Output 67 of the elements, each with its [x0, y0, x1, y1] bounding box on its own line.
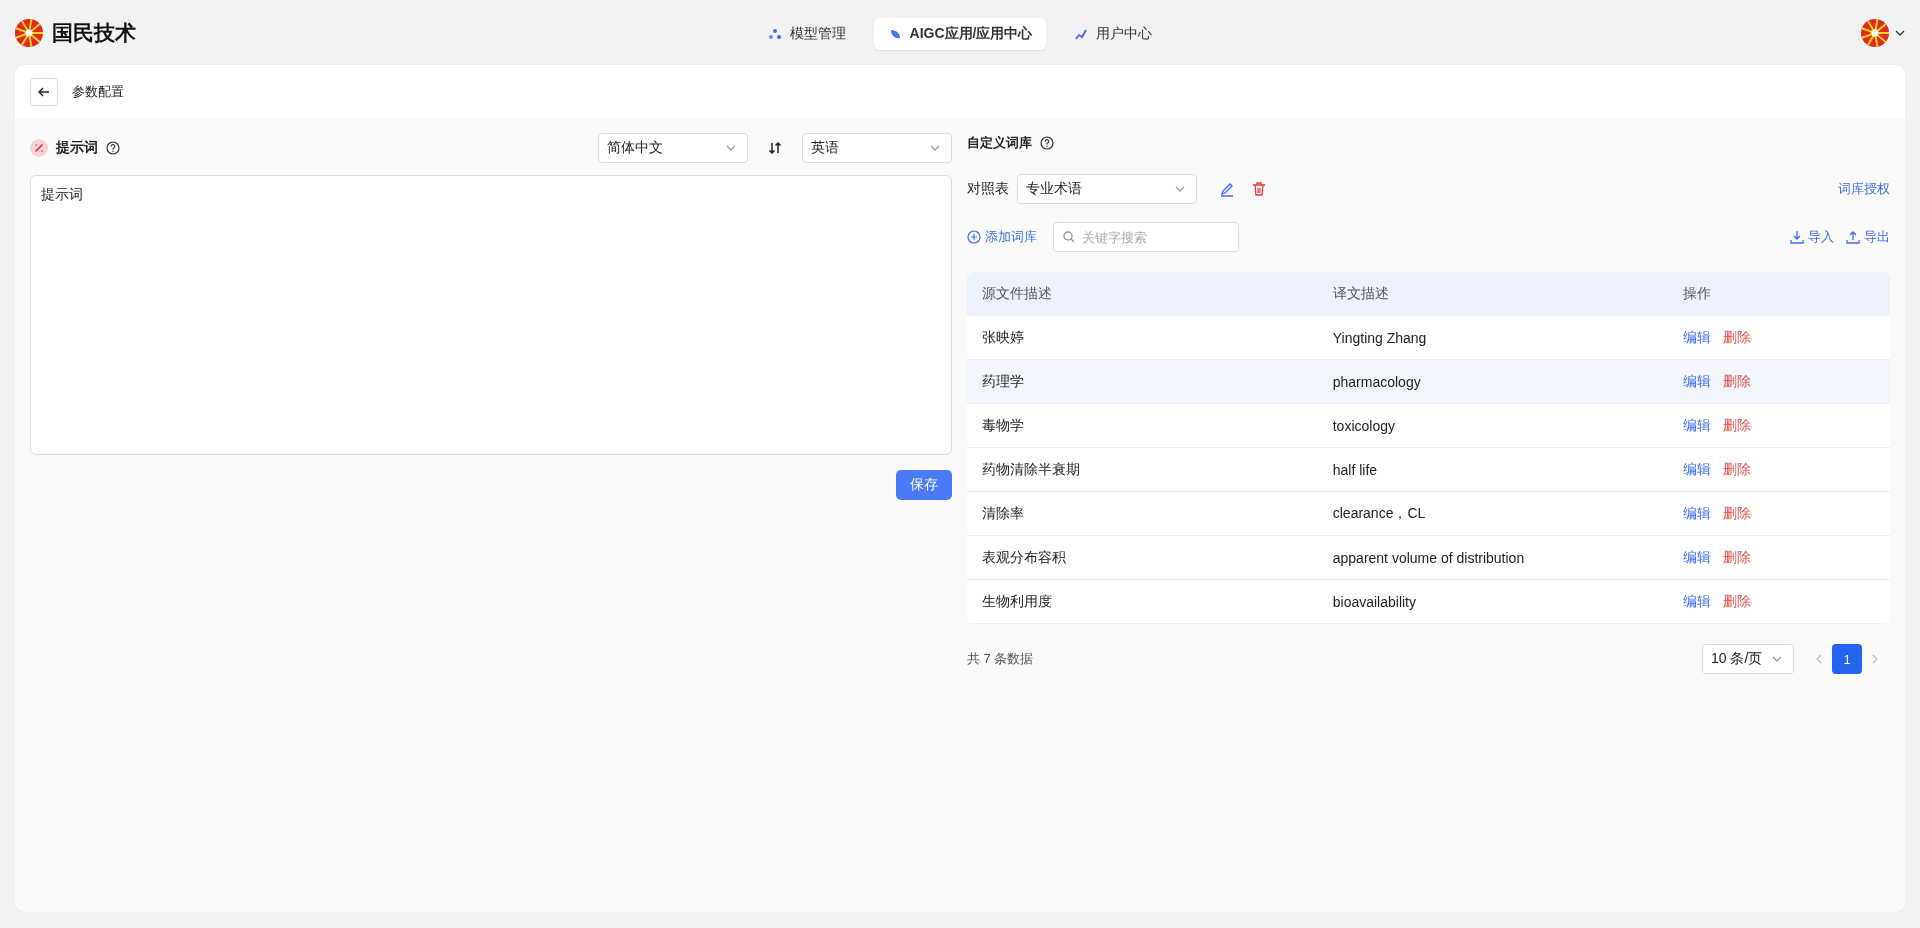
glossary-select[interactable]: 专业术语 [1017, 174, 1197, 204]
upload-icon [1846, 230, 1860, 244]
edit-link[interactable]: 编辑 [1683, 548, 1712, 565]
arrow-left-icon [38, 85, 50, 98]
export-link[interactable]: 导出 [1846, 228, 1890, 246]
nav-tab[interactable]: 用户中心 [1060, 18, 1167, 50]
edit-link[interactable]: 编辑 [1683, 416, 1712, 433]
delete-link[interactable]: 删除 [1723, 504, 1752, 521]
table-cell: half life [1317, 447, 1669, 492]
page-size-select[interactable]: 10 条/页 [1702, 644, 1794, 674]
delete-link[interactable]: 删除 [1723, 548, 1752, 565]
delete-link[interactable]: 删除 [1723, 372, 1752, 389]
authorize-link[interactable]: 词库授权 [1838, 180, 1890, 198]
download-icon [1790, 230, 1804, 244]
import-link[interactable]: 导入 [1790, 228, 1834, 246]
avatar-icon[interactable] [1860, 17, 1890, 48]
delete-link[interactable]: 删除 [1723, 460, 1752, 477]
delete-link[interactable]: 删除 [1723, 328, 1752, 345]
edit-link[interactable]: 编辑 [1683, 372, 1712, 389]
edit-link[interactable]: 编辑 [1683, 460, 1712, 477]
total-count: 共 7 条数据 [967, 650, 1034, 668]
dots-icon [767, 27, 782, 41]
delete-icon[interactable] [1251, 181, 1267, 197]
table-cell: apparent volume of distribution [1317, 535, 1669, 580]
table-cell: 表观分布容积 [967, 535, 1318, 580]
prompt-textarea[interactable]: 提示词 [30, 175, 952, 455]
brand-name: 国民技术 [52, 19, 136, 46]
table-cell: pharmacology [1317, 359, 1669, 404]
table-cell: Yingting Zhang [1317, 316, 1669, 360]
table-cell: 生物利用度 [967, 579, 1318, 624]
table-label: 对照表 [967, 180, 1009, 198]
nav-tab[interactable]: AIGC应用/应用中心 [873, 18, 1047, 50]
language-select[interactable]: 英语 [802, 133, 952, 163]
help-icon [1040, 136, 1054, 150]
edit-icon[interactable] [1219, 181, 1235, 197]
page-button[interactable]: 1 [1832, 644, 1862, 674]
edit-link[interactable]: 编辑 [1683, 592, 1712, 609]
table-cell: 毒物学 [967, 403, 1318, 448]
search-field[interactable]: 关键字搜索 [1053, 222, 1239, 252]
column-header: 译文描述 [1317, 272, 1669, 316]
table-cell: toxicology [1317, 403, 1669, 448]
column-header: 操作 [1668, 272, 1890, 316]
swap-icon[interactable] [768, 141, 782, 155]
chart-icon [1074, 27, 1089, 41]
save-button[interactable]: 保存 [896, 470, 952, 500]
back-button[interactable] [30, 77, 58, 106]
plus-circle-icon [967, 230, 981, 244]
table-cell: 药理学 [967, 359, 1318, 404]
edit-link[interactable]: 编辑 [1683, 504, 1712, 521]
delete-link[interactable]: 删除 [1723, 592, 1752, 609]
add-glossary-link[interactable]: 添加词库 [967, 228, 1037, 246]
table-cell: 药物清除半衰期 [967, 447, 1318, 492]
help-icon [106, 141, 120, 155]
table-cell: 张映婷 [967, 316, 1318, 360]
table-cell: 清除率 [967, 491, 1318, 536]
edit-link[interactable]: 编辑 [1683, 328, 1712, 345]
table-cell: bioavailability [1317, 579, 1669, 624]
sparkle-icon [30, 139, 48, 157]
nav-tab[interactable]: 模型管理 [753, 18, 860, 50]
delete-link[interactable]: 删除 [1723, 416, 1752, 433]
table-cell: clearance，CL [1317, 491, 1669, 536]
language-select[interactable]: 简体中文 [598, 133, 748, 163]
logo-icon [14, 17, 44, 48]
column-header: 源文件描述 [967, 272, 1318, 316]
glossary-title: 自定义词库 [967, 134, 1032, 152]
page-title: 参数配置 [72, 82, 124, 101]
prompt-label: 提示词 [56, 139, 98, 157]
